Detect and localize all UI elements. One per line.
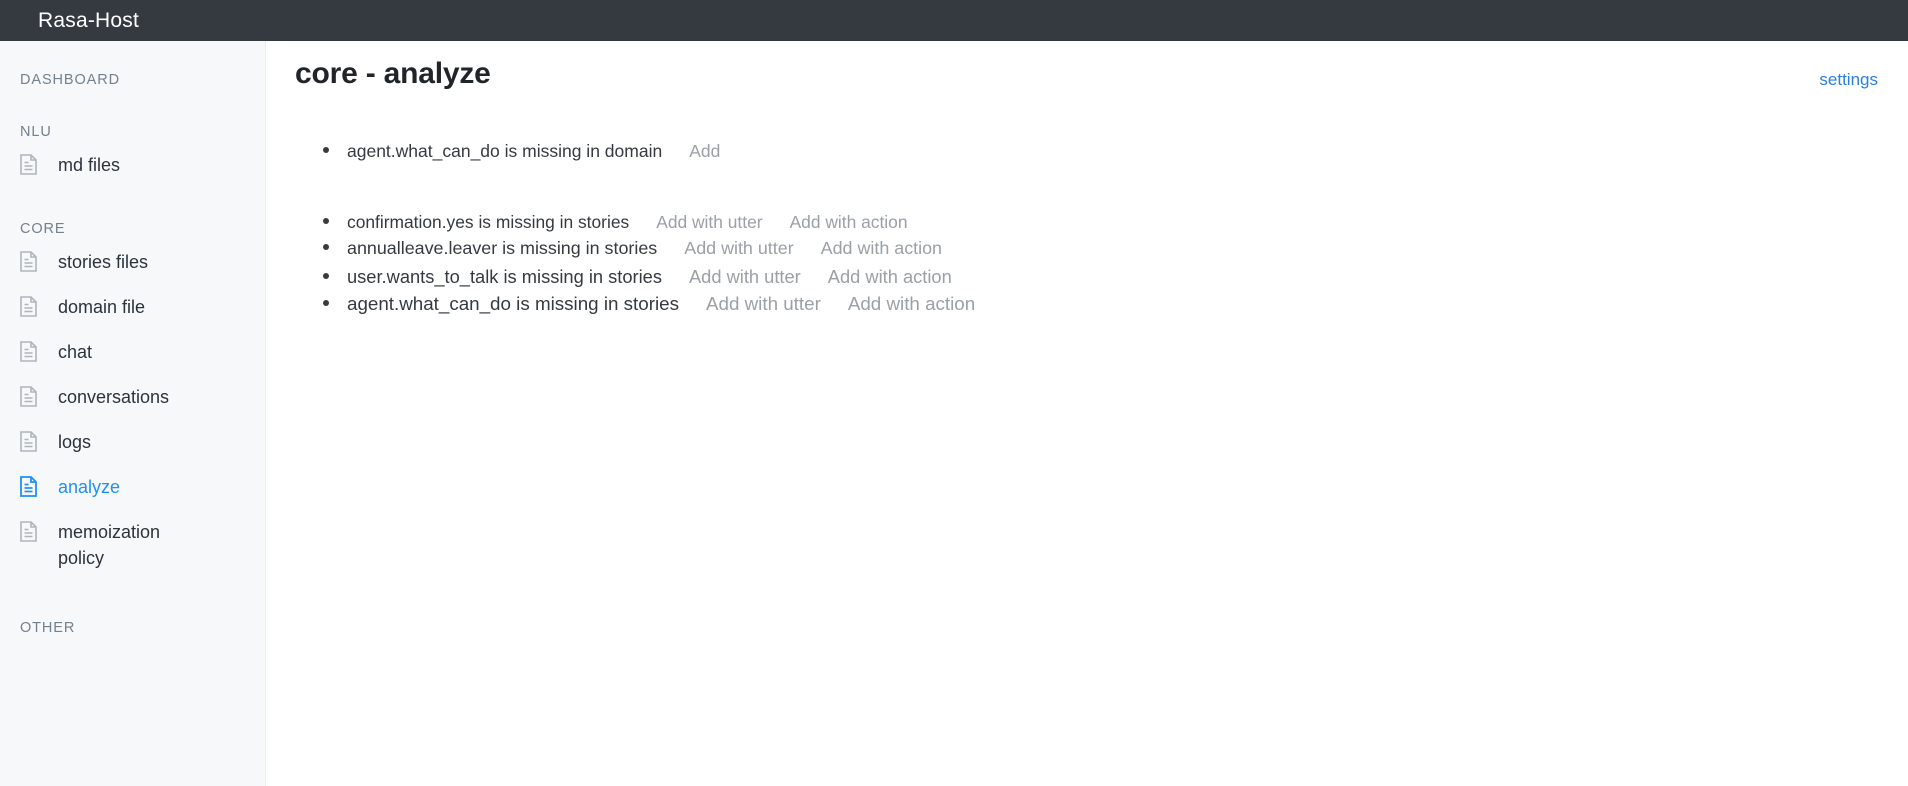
add-with-action-button[interactable]: Add with action [848,290,975,319]
sidebar-item-label: conversations [58,387,170,407]
sidebar-item-logs[interactable]: logs [0,429,265,455]
issue-text: agent.what_can_do is missing in domain [347,141,663,161]
document-icon [20,154,38,175]
add-with-action-button[interactable]: Add with action [821,235,942,262]
issue-actions: Add with utter Add with action [657,235,942,262]
issue-actions: Add with utter Add with action [679,290,975,319]
sidebar-item-label: chat [58,342,93,362]
sidebar-item-stories-files[interactable]: stories files [0,249,265,275]
add-with-utter-button[interactable]: Add with utter [684,235,793,262]
sidebar-item-chat[interactable]: chat [0,339,265,365]
add-button[interactable]: Add [689,138,720,165]
sidebar-item-md-files[interactable]: md files [0,152,265,178]
list-item: user.wants_to_talk is missing in stories… [323,263,975,291]
sidebar-section-nlu: NLU [20,124,52,140]
issue-actions: Add with utter Add with action [662,263,952,291]
page-title: core - analyze [295,57,491,90]
sidebar-item-memoization-policy[interactable]: memoization policy [0,519,220,571]
bullet-icon [323,272,329,279]
settings-link[interactable]: settings [1819,70,1878,90]
app-root: Rasa-Host DASHBOARD NLU md files CORE st… [0,0,1908,786]
sidebar-item-domain-file[interactable]: domain file [0,294,265,320]
document-icon [20,521,38,542]
bullet-icon [323,300,329,307]
document-icon [20,386,38,407]
issue-text: confirmation.yes is missing in stories [347,212,630,232]
add-with-utter-button[interactable]: Add with utter [656,209,762,235]
add-with-utter-button[interactable]: Add with utter [689,263,801,291]
list-item: annualleave.leaver is missing in stories… [323,235,975,262]
add-with-utter-button[interactable]: Add with utter [706,290,821,319]
document-icon [20,341,38,362]
issue-text: agent.what_can_do is missing in stories [347,293,679,315]
sidebar-navigation: DASHBOARD NLU md files CORE stories file… [0,41,266,786]
bullet-icon [323,218,329,224]
document-icon [20,296,38,317]
issue-actions: Add [662,138,720,165]
sidebar-item-label: memoization policy [58,522,161,569]
sidebar-item-label: logs [58,432,92,452]
sidebar-item-label: stories files [58,252,149,272]
bullet-icon [323,147,329,153]
app-title: Rasa-Host [38,9,139,32]
sidebar-section-core: CORE [20,221,66,237]
domain-issue-list: agent.what_can_do is missing in domain A… [323,138,720,165]
sidebar-section-dashboard: DASHBOARD [20,72,120,88]
list-item: agent.what_can_do is missing in domain A… [323,138,720,165]
document-icon [20,476,38,497]
bullet-icon [323,244,329,251]
sidebar-item-conversations[interactable]: conversations [0,384,265,410]
issue-text: annualleave.leaver is missing in stories [347,238,658,259]
list-item: agent.what_can_do is missing in stories … [323,290,975,319]
issue-actions: Add with utter Add with action [629,209,907,235]
sidebar-item-label: md files [58,155,121,175]
top-app-bar: Rasa-Host [0,0,1908,41]
story-issue-list: confirmation.yes is missing in stories A… [323,209,975,319]
sidebar-item-label: analyze [58,477,121,497]
add-with-action-button[interactable]: Add with action [828,263,952,291]
issue-text: user.wants_to_talk is missing in stories [347,265,662,287]
main-content: core - analyze settings agent.what_can_d… [266,41,1908,786]
document-icon [20,431,38,452]
sidebar-item-label: domain file [58,297,146,317]
add-with-action-button[interactable]: Add with action [790,209,908,235]
list-item: confirmation.yes is missing in stories A… [323,209,975,235]
sidebar-section-other: OTHER [20,620,76,636]
document-icon [20,251,38,272]
sidebar-item-analyze[interactable]: analyze [0,474,265,500]
